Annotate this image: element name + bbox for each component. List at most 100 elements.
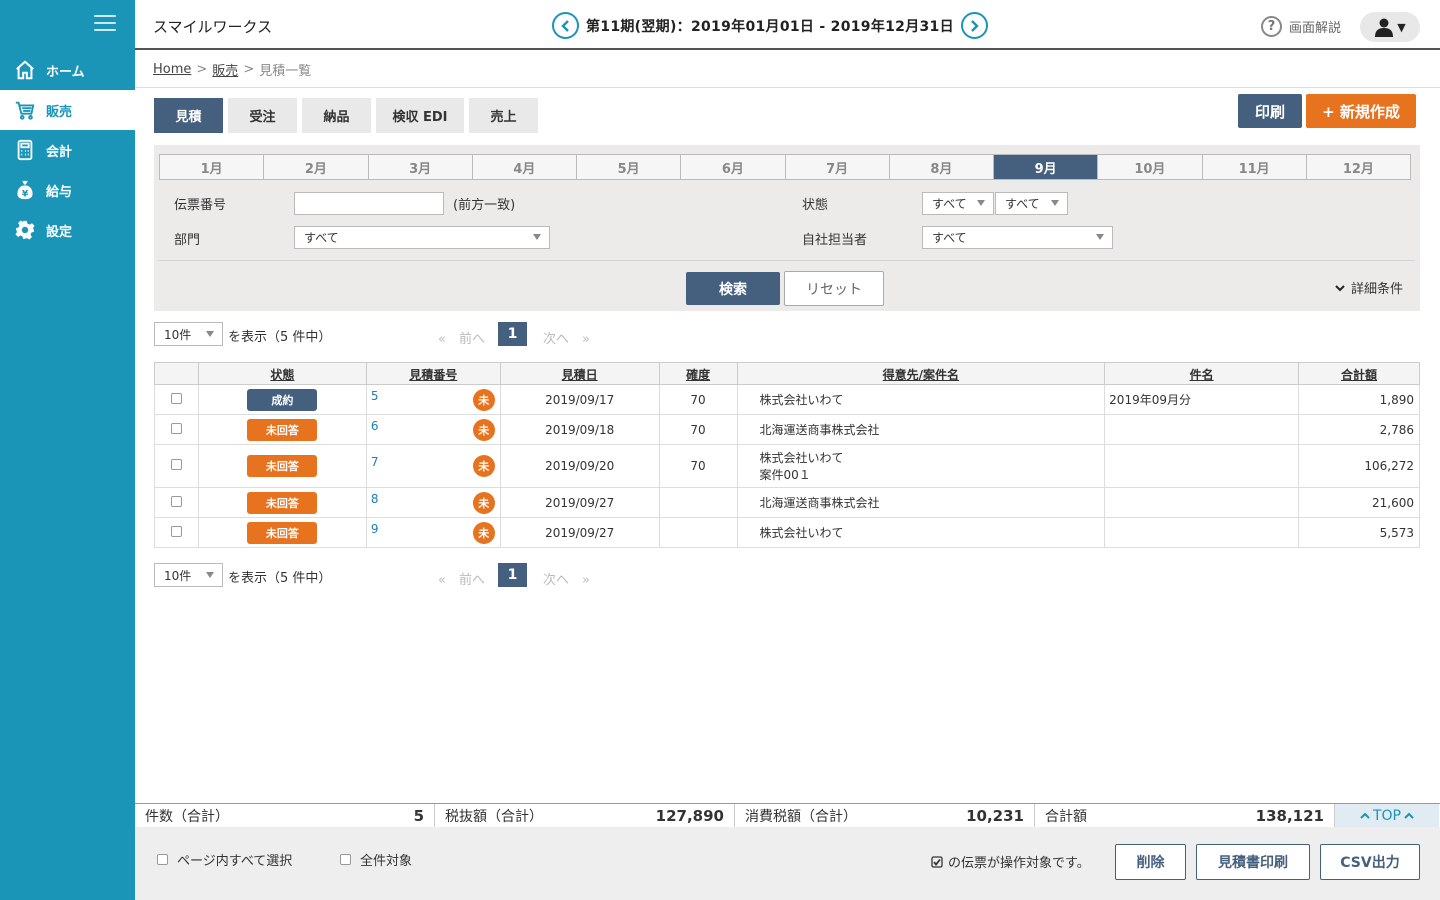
quote-number-link[interactable]: 7 xyxy=(367,455,379,469)
status-select-2[interactable]: すべて xyxy=(995,192,1068,215)
column-header-quote-date[interactable]: 見積日 xyxy=(499,362,660,385)
month-9[interactable]: 9月 xyxy=(994,155,1099,179)
sidebar-item-payroll[interactable]: ¥ 給与 xyxy=(0,170,135,210)
department-select[interactable]: すべて xyxy=(294,226,550,249)
tab-sales[interactable]: 売上 xyxy=(469,98,538,133)
quote-number-link[interactable]: 8 xyxy=(367,492,379,506)
month-3[interactable]: 3月 xyxy=(368,155,473,179)
reset-button[interactable]: リセット xyxy=(784,271,884,306)
status-badge[interactable]: 成約 xyxy=(247,388,318,411)
row-checkbox[interactable] xyxy=(170,495,182,507)
column-header-probability[interactable]: 確度 xyxy=(658,362,738,385)
user-icon xyxy=(1375,18,1394,37)
select-page-checkbox[interactable]: ページ内すべて選択 xyxy=(157,850,292,869)
quote-number-link[interactable]: 6 xyxy=(367,419,379,433)
chevron-left-icon xyxy=(560,19,569,32)
menu-icon[interactable] xyxy=(94,15,116,33)
new-quote-button[interactable]: + 新規作成 xyxy=(1306,94,1416,128)
subject-cell xyxy=(1104,487,1299,518)
page-number-button[interactable]: 1 xyxy=(498,563,527,587)
table-row[interactable]: 未回答 9未 2019/09/27 株式会社いわて 5,573 xyxy=(154,517,1420,548)
table-row[interactable]: 未回答 6未 2019/09/18 70 北海運送商事株式会社 2,786 xyxy=(154,414,1420,445)
row-checkbox[interactable] xyxy=(170,525,182,537)
month-selector: 1月 2月 3月 4月 5月 6月 7月 8月 9月 10月 11月 12月 xyxy=(159,154,1411,180)
sidebar-item-settings[interactable]: 設定 xyxy=(0,210,135,250)
slip-number-input[interactable] xyxy=(294,192,444,215)
per-page-select[interactable]: 10件 xyxy=(154,322,223,346)
table-row[interactable]: 未回答 8未 2019/09/27 北海運送商事株式会社 21,600 xyxy=(154,487,1420,518)
month-7[interactable]: 7月 xyxy=(785,155,890,179)
detail-conditions-toggle[interactable]: 詳細条件 xyxy=(1334,278,1403,297)
table-row[interactable]: 未回答 7未 2019/09/20 70 株式会社いわて 案件00１ 106,27… xyxy=(154,444,1420,488)
breadcrumb-sales[interactable]: 販売 xyxy=(212,60,238,79)
month-11[interactable]: 11月 xyxy=(1202,155,1307,179)
month-8[interactable]: 8月 xyxy=(889,155,994,179)
per-page-select[interactable]: 10件 xyxy=(154,563,223,587)
status-badge[interactable]: 未回答 xyxy=(247,521,318,544)
column-header-client[interactable]: 得意先/案件名 xyxy=(736,362,1106,385)
back-to-top-button[interactable]: TOP xyxy=(1335,804,1439,827)
probability-cell: 70 xyxy=(658,444,738,488)
next-page-link[interactable]: 次へ » xyxy=(543,569,590,588)
tab-order[interactable]: 受注 xyxy=(228,98,297,133)
prev-period-button[interactable] xyxy=(552,12,579,39)
column-header-subject[interactable]: 件名 xyxy=(1104,362,1299,385)
search-button[interactable]: 検索 xyxy=(686,272,780,305)
column-header-status[interactable]: 状態 xyxy=(197,362,367,385)
staff-label: 自社担当者 xyxy=(802,233,868,248)
quote-number-link[interactable]: 9 xyxy=(367,522,379,536)
operation-target-label: の伝票が操作対象です。 xyxy=(948,856,1090,871)
delete-button[interactable]: 削除 xyxy=(1115,844,1186,880)
prev-page-link[interactable]: « 前へ xyxy=(438,328,485,347)
next-page-link[interactable]: 次へ » xyxy=(543,328,590,347)
tab-delivery[interactable]: 納品 xyxy=(302,98,371,133)
dropdown-arrow-icon xyxy=(206,572,214,578)
status-select-1[interactable]: すべて xyxy=(922,192,994,215)
quote-number-link[interactable]: 5 xyxy=(367,389,379,403)
subject-cell xyxy=(1104,414,1299,445)
panel-divider xyxy=(159,260,1415,261)
client-cell: 北海運送商事株式会社 xyxy=(736,487,1106,518)
row-checkbox[interactable] xyxy=(170,392,182,404)
prev-page-link[interactable]: « 前へ xyxy=(438,569,485,588)
month-1[interactable]: 1月 xyxy=(160,155,265,179)
csv-export-button[interactable]: CSV出力 xyxy=(1320,844,1420,880)
next-period-button[interactable] xyxy=(960,12,988,39)
select-all-checkbox[interactable]: 全件対象 xyxy=(340,850,412,869)
home-icon xyxy=(16,60,34,80)
row-checkbox[interactable] xyxy=(170,422,182,434)
breadcrumb-home[interactable]: Home xyxy=(153,62,191,77)
sidebar-item-home[interactable]: ホーム xyxy=(0,50,135,90)
month-12[interactable]: 12月 xyxy=(1306,155,1410,179)
caret-down-icon: ▼ xyxy=(1397,20,1406,34)
month-5[interactable]: 5月 xyxy=(577,155,682,179)
month-2[interactable]: 2月 xyxy=(264,155,369,179)
column-header-quote-number[interactable]: 見積番号 xyxy=(365,362,501,385)
subject-cell: 2019年09月分 xyxy=(1104,384,1299,415)
status-badge[interactable]: 未回答 xyxy=(247,491,318,514)
sidebar-item-label: 給与 xyxy=(46,184,73,200)
help-link[interactable]: ? 画面解説 xyxy=(1261,16,1341,37)
staff-select[interactable]: すべて xyxy=(922,226,1113,249)
status-badge[interactable]: 未回答 xyxy=(247,455,318,477)
month-4[interactable]: 4月 xyxy=(472,155,577,179)
checkbox[interactable] xyxy=(157,854,168,865)
chevron-down-icon xyxy=(1335,284,1345,291)
row-checkbox-cell xyxy=(154,414,199,445)
sidebar-item-sales[interactable]: 販売 xyxy=(0,90,135,130)
tab-inspection-edi[interactable]: 検収 EDI xyxy=(376,98,464,133)
month-6[interactable]: 6月 xyxy=(681,155,786,179)
tab-quote[interactable]: 見積 xyxy=(154,98,223,133)
column-header-total[interactable]: 合計額 xyxy=(1298,362,1420,385)
month-10[interactable]: 10月 xyxy=(1098,155,1203,179)
checkbox[interactable] xyxy=(340,854,351,865)
page-number-button[interactable]: 1 xyxy=(498,322,527,346)
sidebar-item-accounting[interactable]: 会計 xyxy=(0,130,135,170)
user-menu-button[interactable]: ▼ xyxy=(1360,12,1420,42)
row-checkbox[interactable] xyxy=(170,459,182,470)
table-row[interactable]: 成約 5未 2019/09/17 70 株式会社いわて 2019年09月分 1,… xyxy=(154,384,1420,415)
status-badge[interactable]: 未回答 xyxy=(247,418,318,441)
print-button[interactable]: 印刷 xyxy=(1238,94,1302,128)
print-quote-button[interactable]: 見積書印刷 xyxy=(1196,844,1310,880)
probability-cell xyxy=(658,487,738,518)
